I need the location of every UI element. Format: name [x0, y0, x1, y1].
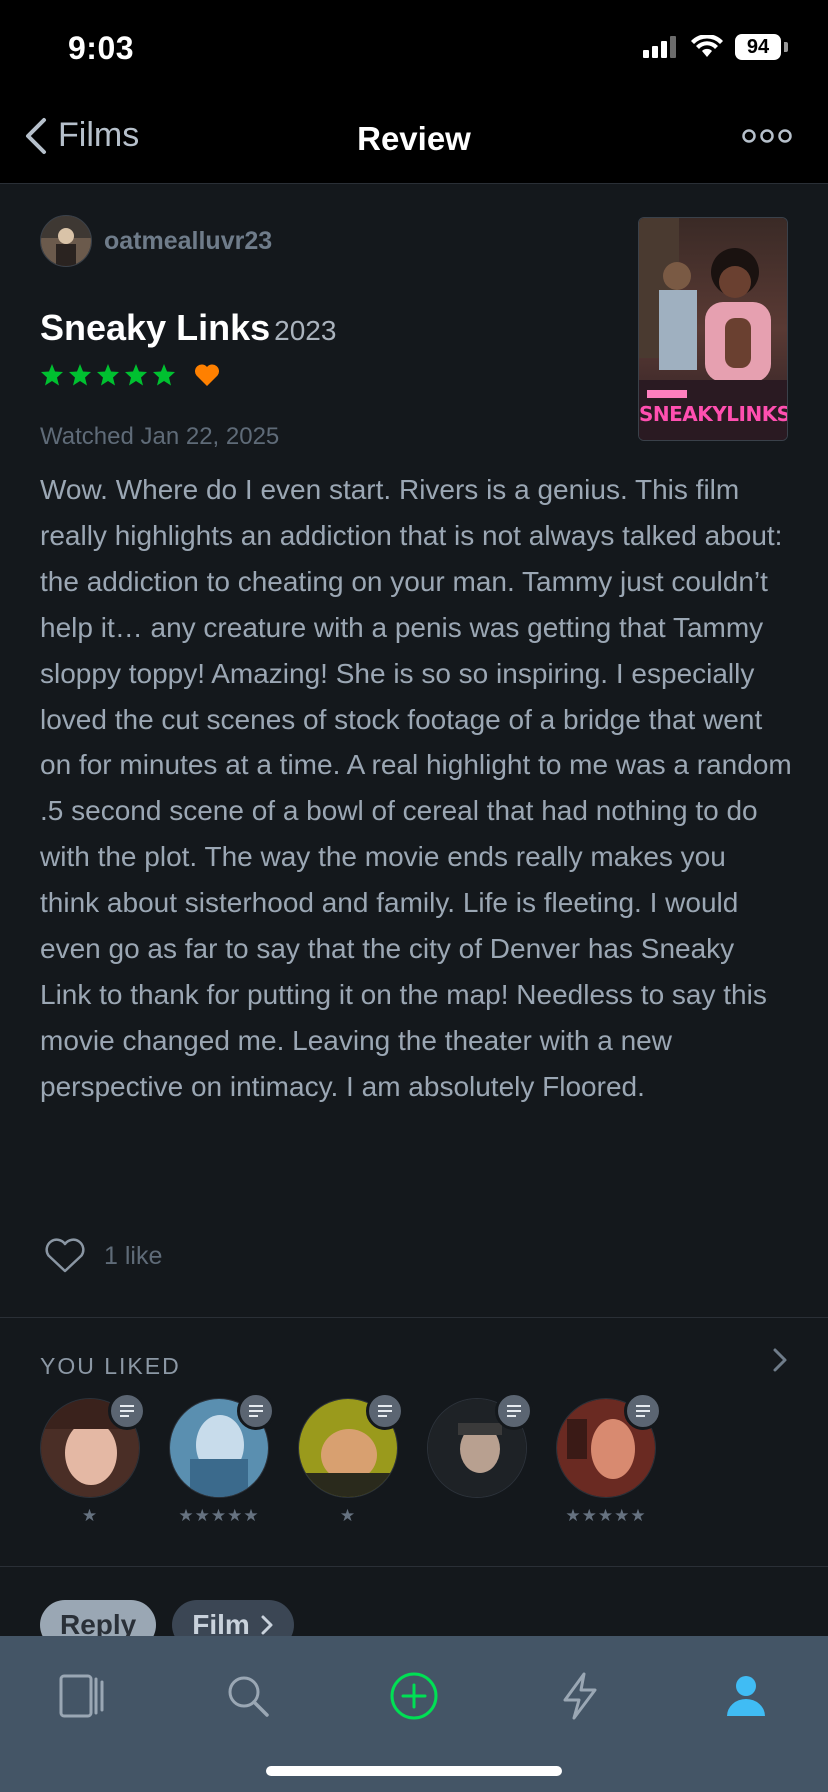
liked-friend[interactable] — [427, 1392, 533, 1526]
liked-friend[interactable]: ★★★★★ — [169, 1392, 275, 1526]
chevron-right-icon — [773, 1348, 787, 1372]
friend-rating: ★★★★★ — [565, 1506, 647, 1525]
add-icon — [390, 1672, 438, 1720]
battery-tip — [784, 42, 788, 52]
watched-date: Watched Jan 22, 2025 — [40, 423, 280, 450]
review-badge-icon — [624, 1392, 662, 1430]
rating — [40, 363, 220, 387]
tab-profile[interactable] — [716, 1666, 776, 1726]
divider — [0, 1566, 828, 1567]
film-poster[interactable]: SNEAKYLINKS — [638, 217, 788, 441]
friend-rating: ★ — [339, 1506, 357, 1525]
film-title: Sneaky Links — [40, 307, 271, 348]
battery-indicator: 94 — [735, 34, 781, 60]
likes-count: 1 like — [104, 1241, 163, 1270]
film-year: 2023 — [274, 315, 337, 346]
poster-title: SNEAKYLINKS — [639, 402, 788, 426]
tab-add[interactable] — [384, 1666, 444, 1726]
status-time: 9:03 — [68, 30, 135, 66]
friend-rating: ★★★★★ — [178, 1506, 260, 1525]
friend-rating: ★ — [81, 1506, 99, 1525]
star-icon — [69, 364, 91, 386]
films-icon — [59, 1674, 104, 1718]
liked-heart-icon — [194, 364, 220, 386]
page-title: Review — [357, 120, 471, 157]
divider — [0, 1317, 828, 1318]
avatar-image — [41, 216, 91, 266]
nav-bar: Films Review — [0, 92, 828, 184]
liked-friend[interactable]: ★★★★★ — [556, 1392, 662, 1526]
star-icon — [41, 364, 63, 386]
username: oatmealluvr23 — [104, 226, 273, 255]
review-body: Wow. Where do I even start. Rivers is a … — [40, 474, 792, 1102]
search-icon — [228, 1676, 269, 1717]
tab-search[interactable] — [218, 1666, 278, 1726]
status-bar: 9:03 94 — [0, 0, 828, 92]
signal-icon — [643, 36, 676, 58]
you-liked-heading: YOU LIKED — [40, 1353, 181, 1379]
like-button[interactable]: 1 like — [44, 1238, 162, 1274]
star-icon — [97, 364, 119, 386]
avatar — [40, 215, 92, 267]
lightning-icon — [563, 1672, 597, 1720]
home-indicator — [266, 1766, 562, 1776]
liked-friend[interactable]: ★ — [298, 1392, 404, 1526]
review-author[interactable]: oatmealluvr23 — [40, 215, 272, 267]
star-icon — [125, 364, 147, 386]
more-dots-icon — [742, 129, 792, 143]
review-badge-icon — [366, 1392, 404, 1430]
you-liked-list: ★ ★★★★★ ★ ★★★★★ — [40, 1392, 662, 1526]
star-icon — [153, 364, 175, 386]
tab-films[interactable] — [52, 1666, 112, 1726]
wifi-icon — [691, 35, 723, 57]
chevron-right-icon — [261, 1615, 273, 1635]
profile-icon — [727, 1676, 765, 1716]
you-liked-more-button[interactable] — [772, 1347, 788, 1378]
review-badge-icon — [237, 1392, 275, 1430]
review-badge-icon — [108, 1392, 146, 1430]
review-badge-icon — [495, 1392, 533, 1430]
status-icons: 94 — [643, 34, 788, 60]
film-title-line[interactable]: Sneaky Links 2023 — [40, 307, 336, 349]
liked-friend[interactable]: ★ — [40, 1392, 146, 1526]
more-options-button[interactable] — [742, 128, 792, 149]
heart-outline-icon — [45, 1238, 85, 1273]
tab-activity[interactable] — [550, 1666, 610, 1726]
